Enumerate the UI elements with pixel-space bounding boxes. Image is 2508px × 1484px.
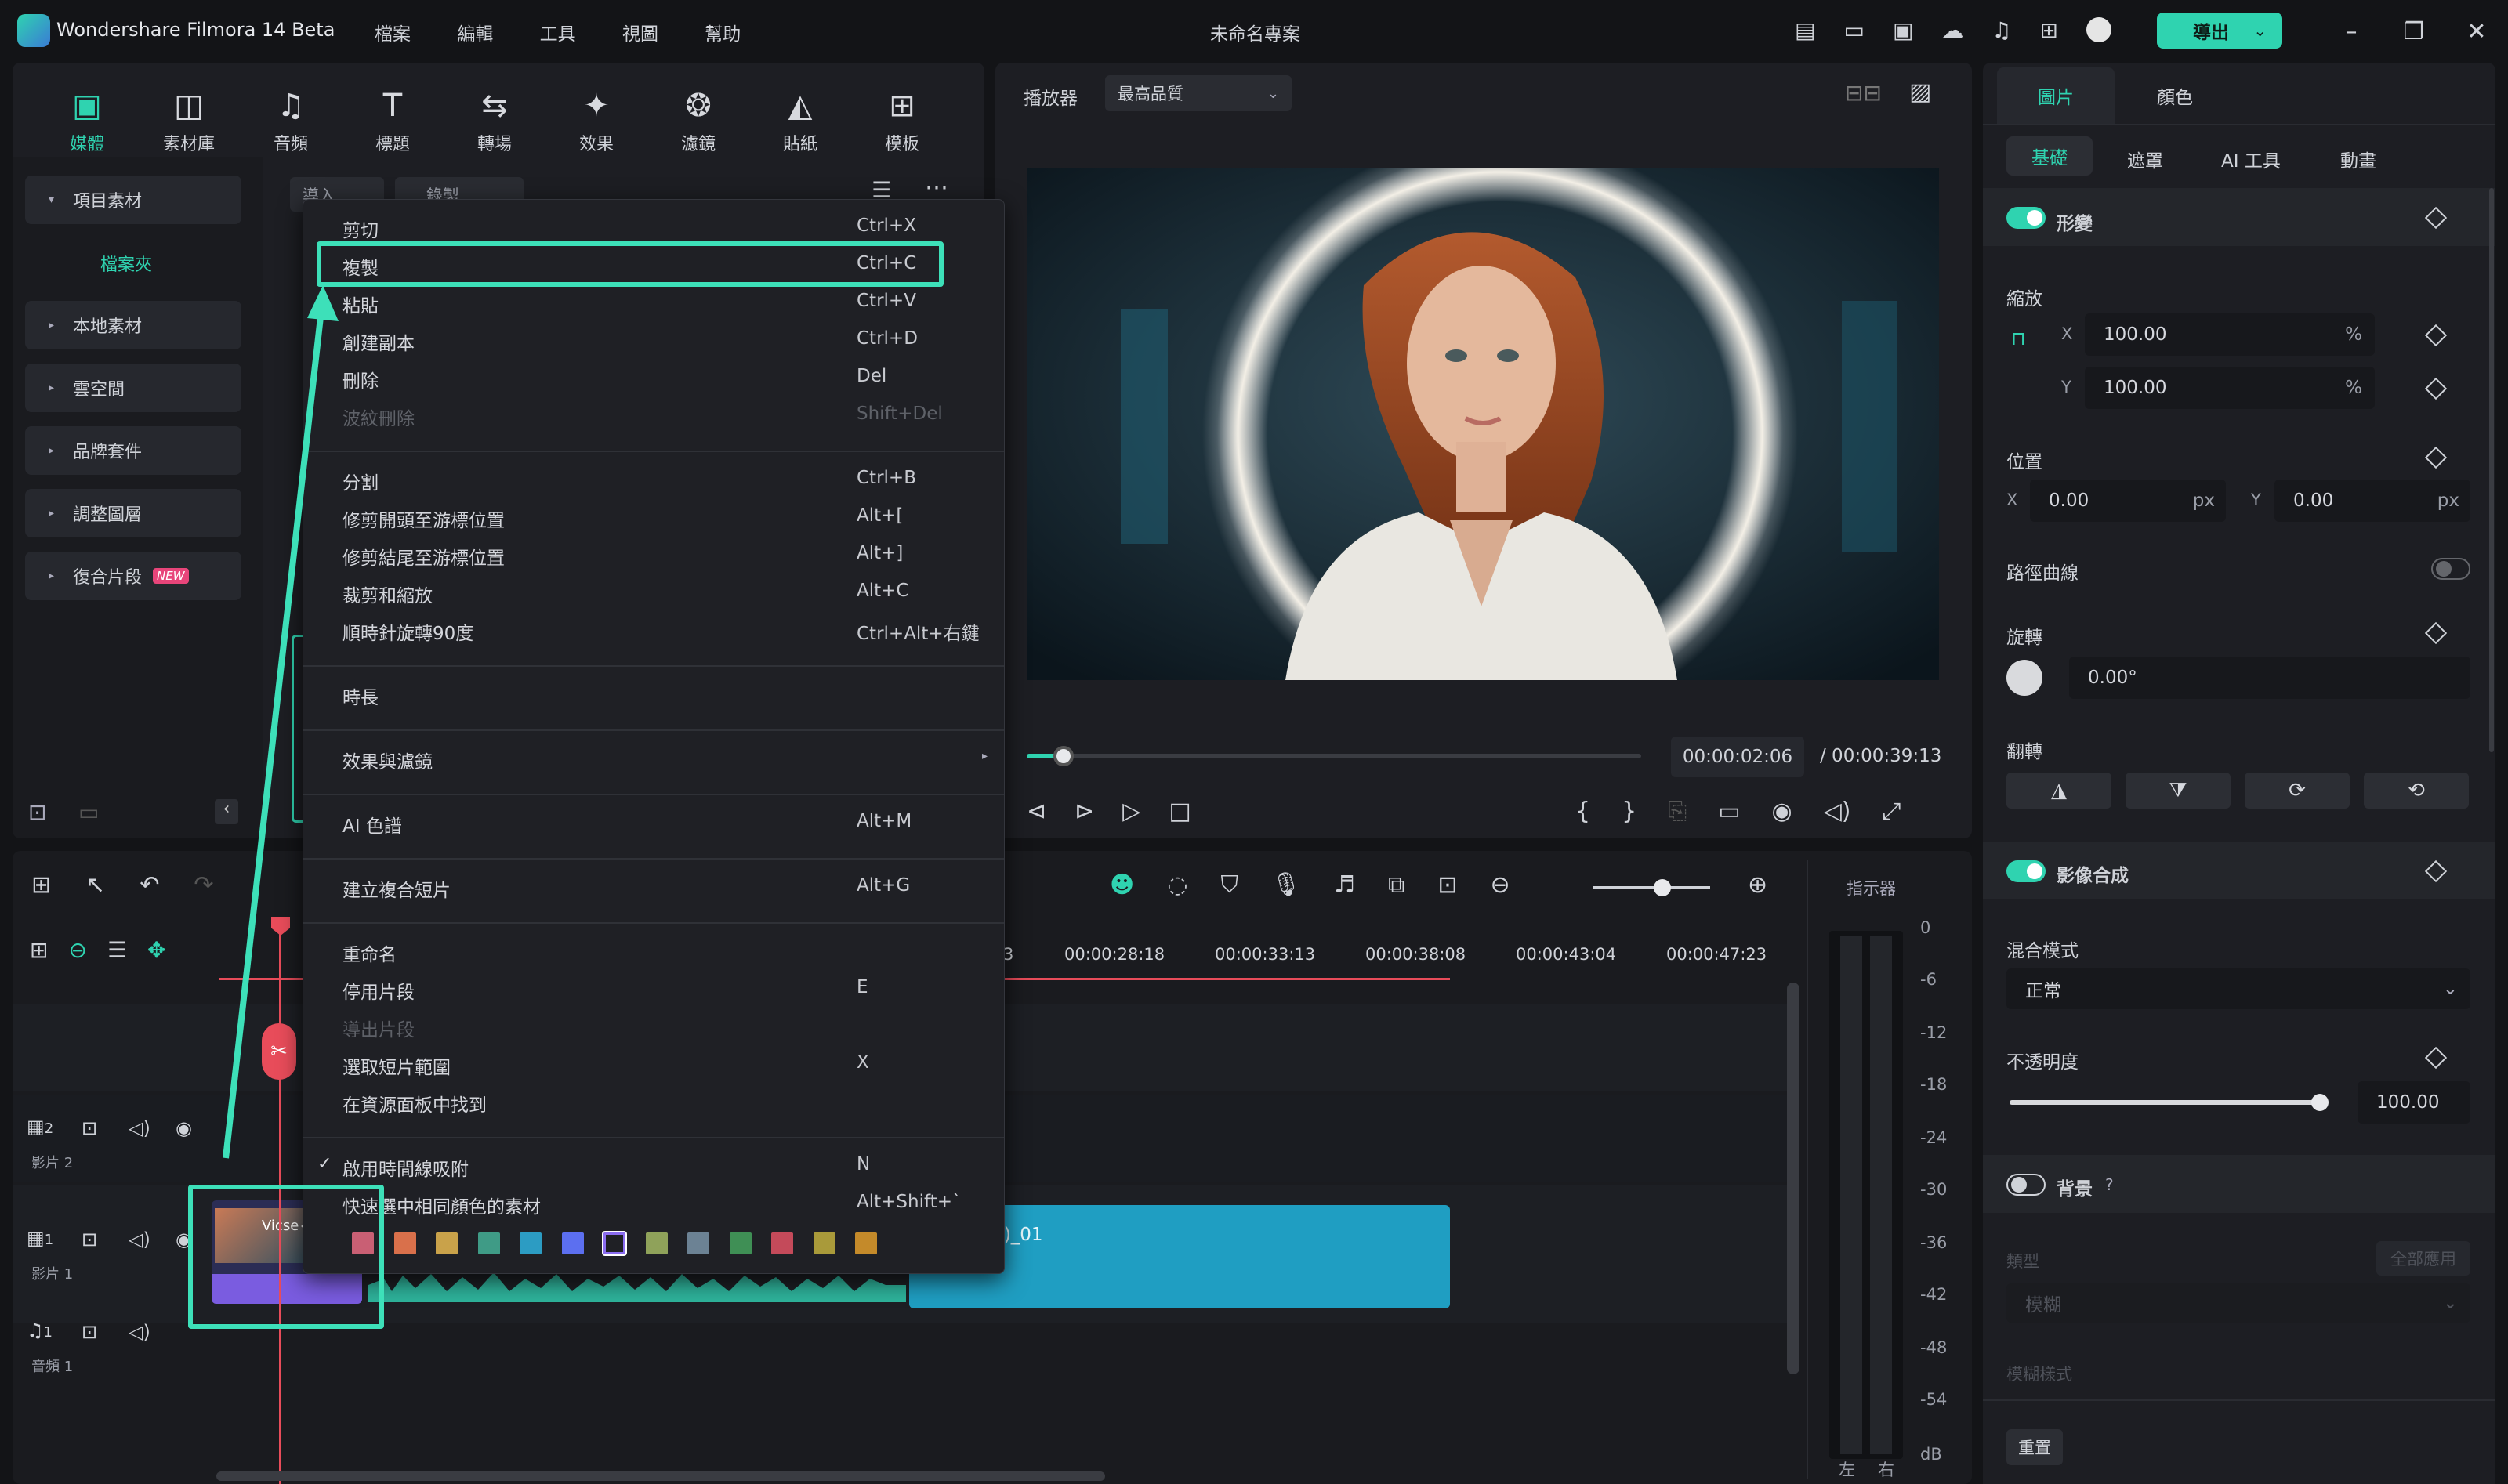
annotation-arrow <box>223 285 339 1159</box>
